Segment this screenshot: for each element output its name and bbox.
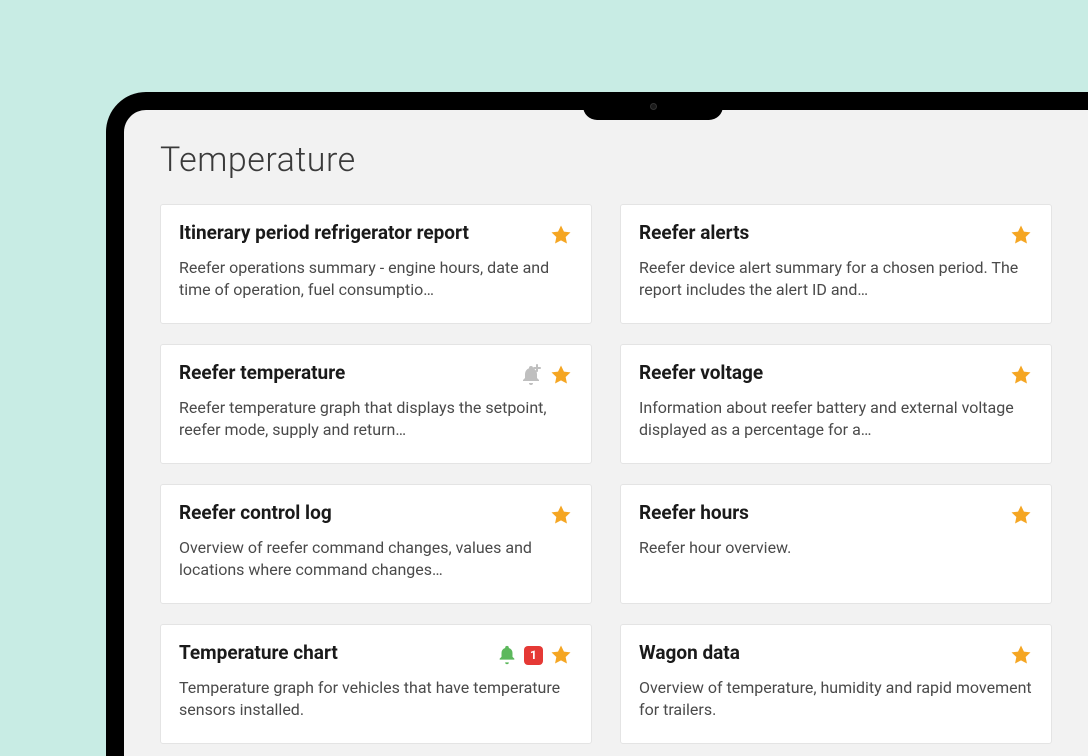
- card-description: Temperature graph for vehicles that have…: [179, 677, 573, 722]
- report-card[interactable]: Reefer hours Reefer hour overview.: [620, 484, 1052, 604]
- star-icon[interactable]: [549, 363, 573, 387]
- card-icons: [1009, 503, 1033, 527]
- card-title: Reefer voltage: [639, 361, 999, 385]
- star-icon[interactable]: [1009, 643, 1033, 667]
- page-title: Temperature: [160, 140, 1052, 180]
- card-description: Reefer temperature graph that displays t…: [179, 397, 573, 442]
- report-card[interactable]: Reefer alerts Reefer device alert summary…: [620, 204, 1052, 324]
- card-description: Reefer operations summary - engine hours…: [179, 257, 573, 302]
- card-description: Reefer hour overview.: [639, 537, 1033, 559]
- star-icon[interactable]: [1009, 503, 1033, 527]
- bell-add-icon[interactable]: [519, 363, 543, 387]
- card-title: Reefer temperature: [179, 361, 509, 385]
- report-card[interactable]: Reefer control log Overview of reefer com…: [160, 484, 592, 604]
- card-icons: 1: [496, 643, 573, 667]
- report-card[interactable]: Reefer voltage Information about reefer b…: [620, 344, 1052, 464]
- card-header: Temperature chart 1: [179, 641, 573, 667]
- star-icon[interactable]: [1009, 363, 1033, 387]
- card-header: Reefer control log: [179, 501, 573, 527]
- card-title: Reefer control log: [179, 501, 539, 525]
- star-icon[interactable]: [549, 643, 573, 667]
- card-title: Itinerary period refrigerator report: [179, 221, 539, 245]
- card-header: Reefer temperature: [179, 361, 573, 387]
- card-icons: [549, 503, 573, 527]
- card-icons: [1009, 643, 1033, 667]
- card-icons: [1009, 363, 1033, 387]
- card-icons: [1009, 223, 1033, 247]
- card-header: Wagon data: [639, 641, 1033, 667]
- card-header: Reefer voltage: [639, 361, 1033, 387]
- laptop-notch: [583, 92, 723, 120]
- report-card[interactable]: Wagon data Overview of temperature, humid…: [620, 624, 1052, 744]
- laptop-frame: Temperature Itinerary period refrigerato…: [106, 92, 1088, 756]
- star-icon[interactable]: [549, 223, 573, 247]
- card-description: Information about reefer battery and ext…: [639, 397, 1033, 442]
- report-card[interactable]: Itinerary period refrigerator report Reef…: [160, 204, 592, 324]
- card-header: Itinerary period refrigerator report: [179, 221, 573, 247]
- card-title: Wagon data: [639, 641, 999, 665]
- card-description: Overview of temperature, humidity and ra…: [639, 677, 1033, 722]
- card-description: Reefer device alert summary for a chosen…: [639, 257, 1033, 302]
- report-card[interactable]: Reefer temperature Reefer temperature gra…: [160, 344, 592, 464]
- notification-badge[interactable]: 1: [524, 646, 543, 665]
- card-header: Reefer hours: [639, 501, 1033, 527]
- report-card-grid: Itinerary period refrigerator report Reef…: [160, 204, 1052, 744]
- card-title: Temperature chart: [179, 641, 486, 665]
- card-description: Overview of reefer command changes, valu…: [179, 537, 573, 582]
- card-title: Reefer hours: [639, 501, 999, 525]
- star-icon[interactable]: [549, 503, 573, 527]
- app-screen: Temperature Itinerary period refrigerato…: [124, 110, 1088, 756]
- camera-dot: [650, 103, 657, 110]
- card-title: Reefer alerts: [639, 221, 999, 245]
- card-header: Reefer alerts: [639, 221, 1033, 247]
- report-card[interactable]: Temperature chart 1 Temperature graph for …: [160, 624, 592, 744]
- card-icons: [549, 223, 573, 247]
- card-icons: [519, 363, 573, 387]
- star-icon[interactable]: [1009, 223, 1033, 247]
- bell-icon[interactable]: [496, 644, 518, 666]
